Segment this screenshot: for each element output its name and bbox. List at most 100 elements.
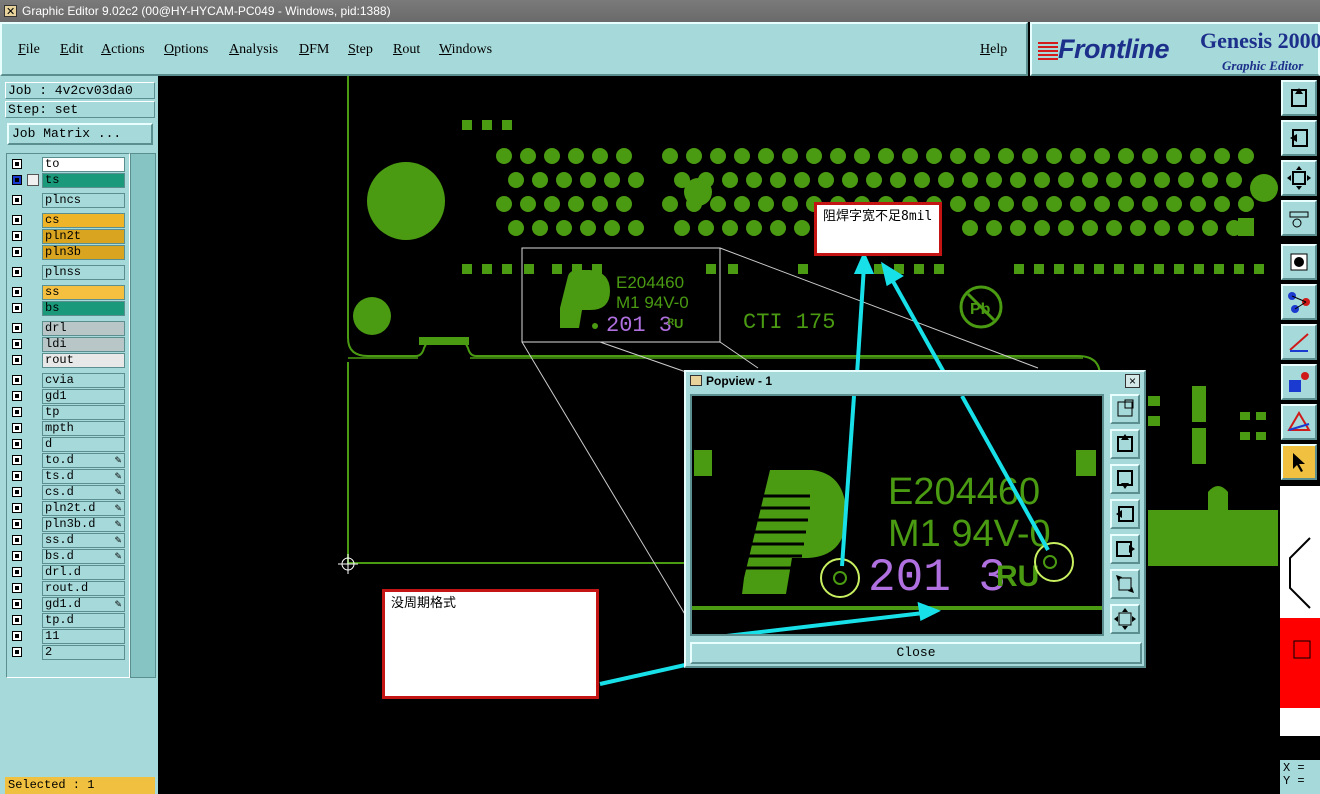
layer-checkbox[interactable] (12, 375, 22, 385)
layer-checkbox[interactable] (12, 583, 22, 593)
layer-name[interactable]: ts.d ✎ (42, 469, 125, 484)
layer-checkbox[interactable] (12, 535, 22, 545)
layer-checkbox[interactable] (12, 287, 22, 297)
layer-checkbox[interactable] (12, 599, 22, 609)
popview-zoom-in-tool[interactable] (1110, 569, 1140, 599)
layer-checkbox[interactable] (12, 471, 22, 481)
layer-checkbox[interactable] (12, 615, 22, 625)
popview-pan-right-tool[interactable] (1110, 534, 1140, 564)
layer-name[interactable]: pln3b.d ✎ (42, 517, 125, 532)
connect-tool[interactable] (1281, 284, 1317, 320)
layer-name[interactable]: gd1.d ✎ (42, 597, 125, 612)
layer-name[interactable]: gd1 (42, 389, 125, 404)
layer-name[interactable]: tp (42, 405, 125, 420)
popview-window[interactable]: Popview - 1 × E204460 M1 94V-0 201 3 RU (684, 370, 1146, 668)
layer-name[interactable]: mpth (42, 421, 125, 436)
layer-checkbox[interactable] (12, 423, 22, 433)
popview-pan-up-tool[interactable] (1110, 429, 1140, 459)
zoom-home-tool[interactable] (1281, 80, 1317, 116)
job-matrix-button[interactable]: Job Matrix ... (7, 123, 153, 145)
layer-name[interactable]: 2 (42, 645, 125, 660)
layer-checkbox[interactable] (12, 267, 22, 277)
layer-name[interactable]: pln2t (42, 229, 125, 244)
popview-pan-left-tool[interactable] (1110, 499, 1140, 529)
popview-canvas[interactable]: E204460 M1 94V-0 201 3 RU (690, 394, 1104, 636)
layer-checkbox[interactable] (12, 391, 22, 401)
menu-rout[interactable]: Rout (393, 42, 420, 58)
layer-checkbox[interactable] (12, 323, 22, 333)
layer-checkbox[interactable] (12, 455, 22, 465)
layer-checkbox[interactable] (12, 339, 22, 349)
menu-edit[interactable]: Edit (60, 42, 83, 58)
layer-checkbox[interactable] (12, 631, 22, 641)
menu-file[interactable]: File (18, 42, 40, 58)
menu-windows[interactable]: Windows (439, 42, 492, 58)
layer-checkbox[interactable] (12, 487, 22, 497)
layer-name[interactable]: ss.d ✎ (42, 533, 125, 548)
layer-checkbox[interactable] (12, 247, 22, 257)
layer-name[interactable]: cs (42, 213, 125, 228)
layer-name[interactable]: tp.d (42, 613, 125, 628)
layer-checkbox[interactable] (12, 215, 22, 225)
layer-name[interactable]: ss (42, 285, 125, 300)
layer-name[interactable]: ldi (42, 337, 125, 352)
layer-name[interactable]: bs.d ✎ (42, 549, 125, 564)
ul-logo-hatch (740, 494, 810, 570)
select-net-tool[interactable] (1281, 244, 1317, 280)
layer-name[interactable]: rout.d (42, 581, 125, 596)
menu-actions[interactable]: Actions (101, 42, 145, 58)
measure-tool-icon[interactable] (1281, 200, 1317, 236)
layer-checkbox[interactable] (12, 231, 22, 241)
popview-pan-down-tool[interactable] (1110, 464, 1140, 494)
layer-checkbox[interactable] (12, 551, 22, 561)
layer-name[interactable]: cvia (42, 373, 125, 388)
layer-name[interactable]: pln2t.d ✎ (42, 501, 125, 516)
popview-close-icon[interactable]: × (1125, 374, 1140, 388)
menu-analysis[interactable]: Analysis (229, 42, 278, 58)
layer-checkbox[interactable] (12, 407, 22, 417)
pointer-tool-icon[interactable] (1281, 444, 1317, 480)
polygon-tool[interactable] (1281, 404, 1317, 440)
layer-name[interactable]: pln3b (42, 245, 125, 260)
layer-checkbox[interactable] (12, 159, 22, 169)
layer-checkbox[interactable] (12, 503, 22, 513)
menu-step[interactable]: Step (348, 42, 373, 58)
layer-name[interactable]: to.d ✎ (42, 453, 125, 468)
layer-checkbox[interactable] (12, 439, 22, 449)
layer-checkbox[interactable] (12, 175, 22, 185)
mini-map[interactable] (1280, 486, 1320, 736)
layer-name[interactable]: ts (42, 173, 125, 188)
window-title-bar[interactable]: Graphic Editor 9.02c2 (00@HY-HYCAM-PC049… (0, 0, 1320, 23)
layer-name[interactable]: cs.d ✎ (42, 485, 125, 500)
layer-checkbox[interactable] (12, 355, 22, 365)
layer-list-scrollbar[interactable] (130, 153, 156, 678)
layer-checkbox[interactable] (12, 647, 22, 657)
layer-checkbox[interactable] (12, 567, 22, 577)
layer-checkbox[interactable] (12, 303, 22, 313)
menu-dfm[interactable]: DFM (299, 42, 329, 58)
layer-name[interactable]: plncs (42, 193, 125, 208)
zoom-fit-tool[interactable] (1281, 160, 1317, 196)
popview-close-button[interactable]: Close (690, 642, 1142, 664)
popview-title-bar[interactable]: Popview - 1 (686, 372, 1144, 390)
popview-zoom-fit-tool[interactable] (1110, 604, 1140, 634)
popview-zoom-window-tool[interactable] (1110, 394, 1140, 424)
pad (794, 172, 810, 188)
menu-options[interactable]: Options (164, 42, 208, 58)
layer-name[interactable]: 11 (42, 629, 125, 644)
pad-tool[interactable] (1281, 364, 1317, 400)
layer-name[interactable]: rout (42, 353, 125, 368)
layer-name[interactable]: to (42, 157, 125, 172)
menu-help[interactable]: Help (980, 42, 1007, 58)
layer-name[interactable]: d (42, 437, 125, 452)
line-tool[interactable] (1281, 324, 1317, 360)
layer-name[interactable]: drl (42, 321, 125, 336)
layer-name[interactable]: plnss (42, 265, 125, 280)
zoom-in-tool[interactable] (1281, 120, 1317, 156)
layer-checkbox[interactable] (12, 519, 22, 529)
origin-crosshair-icon (338, 554, 358, 574)
layer-checkbox[interactable] (12, 195, 22, 205)
pad (508, 220, 524, 236)
layer-name[interactable]: bs (42, 301, 125, 316)
layer-name[interactable]: drl.d (42, 565, 125, 580)
